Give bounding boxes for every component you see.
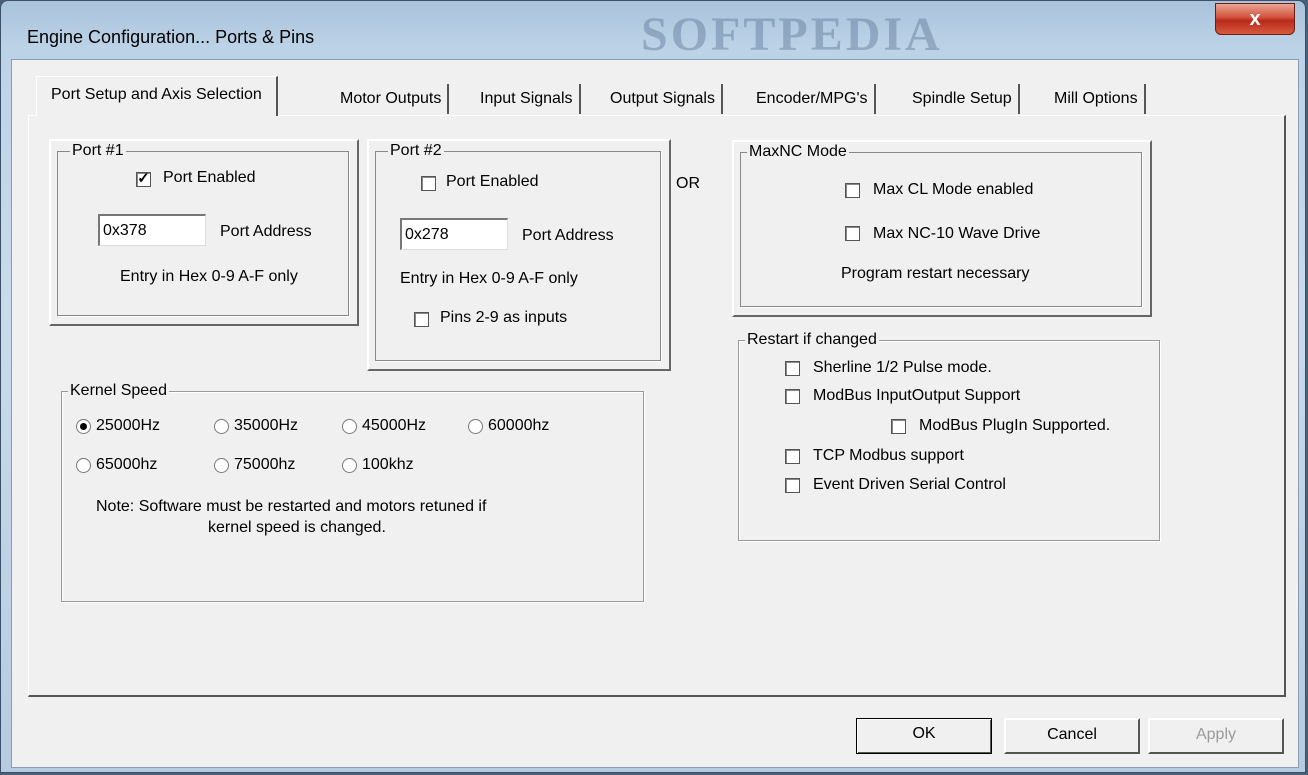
port2-address-input[interactable] (400, 218, 508, 250)
kernel-label-25000: 25000Hz (96, 417, 161, 434)
kernel-note-line1: Note: Software must be restarted and mot… (96, 498, 487, 515)
kernel-radio-60000[interactable] (468, 419, 483, 434)
modbus-io-label: ModBus InputOutput Support (813, 387, 1021, 404)
dialog-client-area: Port Setup and Axis Selection Motor Outp… (11, 59, 1299, 768)
modbus-plugin-checkbox[interactable] (891, 419, 906, 434)
kernel-label-35000: 35000Hz (234, 417, 299, 434)
window-title: Engine Configuration... Ports & Pins (27, 27, 315, 47)
or-label: OR (676, 175, 700, 192)
tcp-modbus-checkbox[interactable] (785, 449, 800, 464)
kernel-radio-75000[interactable] (214, 458, 229, 473)
port1-enabled-checkbox[interactable]: ✓ (136, 171, 151, 187)
restart-legend: Restart if changed (745, 330, 879, 350)
tab-output-signals[interactable]: Output Signals (604, 84, 723, 114)
close-button[interactable]: x (1215, 3, 1295, 35)
maxnc-restart-note: Program restart necessary (841, 265, 1030, 282)
port2-hint: Entry in Hex 0-9 A-F only (400, 270, 578, 287)
tab-port-setup[interactable]: Port Setup and Axis Selection (36, 76, 278, 116)
port1-group: Port #1 ✓ Port Enabled Port Address Entr… (57, 141, 349, 316)
kernel-note-line2: kernel speed is changed. (208, 519, 386, 536)
kernel-label-75000: 75000hz (234, 456, 296, 473)
port2-pins-label: Pins 2-9 as inputs (440, 309, 568, 326)
event-serial-label: Event Driven Serial Control (813, 476, 1006, 493)
port1-address-label: Port Address (220, 223, 312, 240)
tab-input-signals[interactable]: Input Signals (474, 84, 581, 114)
tab-spindle-setup[interactable]: Spindle Setup (906, 84, 1020, 114)
kernel-radio-25000[interactable] (76, 419, 91, 434)
watermark-logo: SOFTPEDIA (641, 8, 943, 61)
max-nc10-wave-label: Max NC-10 Wave Drive (873, 225, 1041, 242)
cancel-button[interactable]: Cancel (1004, 718, 1140, 754)
kernel-radio-100k[interactable] (342, 458, 357, 473)
sherline-pulse-checkbox[interactable] (785, 361, 800, 376)
event-serial-checkbox[interactable] (785, 478, 800, 493)
kernel-label-100k: 100khz (362, 456, 414, 473)
tab-panel-port-setup: Port #1 ✓ Port Enabled Port Address Entr… (28, 115, 1286, 697)
apply-button[interactable]: Apply (1148, 718, 1284, 754)
max-cl-mode-checkbox[interactable] (845, 183, 860, 198)
port2-address-label: Port Address (522, 227, 614, 244)
port2-group: Port #2 Port Enabled Port Address Entry … (375, 141, 661, 361)
maxnc-legend: MaxNC Mode (747, 142, 849, 162)
tab-motor-outputs[interactable]: Motor Outputs (334, 84, 450, 114)
kernel-speed-group: Kernel Speed 25000Hz 35000Hz 45000Hz 600… (61, 381, 644, 602)
ok-button[interactable]: OK (856, 718, 992, 754)
tab-mill-options[interactable]: Mill Options (1048, 84, 1146, 114)
tcp-modbus-label: TCP Modbus support (813, 447, 964, 464)
port2-enabled-label: Port Enabled (446, 173, 539, 190)
port1-address-input[interactable] (98, 214, 206, 246)
kernel-label-65000: 65000hz (96, 456, 158, 473)
kernel-radio-45000[interactable] (342, 419, 357, 434)
port1-outer-frame: Port #1 ✓ Port Enabled Port Address Entr… (49, 139, 359, 326)
kernel-radio-65000[interactable] (76, 458, 91, 473)
maxnc-outer-frame: MaxNC Mode Max CL Mode enabled Max NC-10… (732, 140, 1152, 317)
max-cl-mode-label: Max CL Mode enabled (873, 181, 1034, 198)
tab-encoder-mpgs[interactable]: Encoder/MPG's (750, 84, 876, 114)
port1-hint: Entry in Hex 0-9 A-F only (120, 268, 298, 285)
restart-group: Restart if changed Sherline 1/2 Pulse mo… (738, 330, 1160, 541)
sherline-pulse-label: Sherline 1/2 Pulse mode. (813, 359, 992, 376)
modbus-io-checkbox[interactable] (785, 389, 800, 404)
port1-legend: Port #1 (70, 141, 126, 161)
kernel-speed-legend: Kernel Speed (68, 381, 169, 401)
port2-pins-checkbox[interactable] (414, 312, 429, 327)
dialog-window: Engine Configuration... Ports & Pins SOF… (0, 0, 1306, 773)
port2-legend: Port #2 (388, 141, 444, 161)
maxnc-group: MaxNC Mode Max CL Mode enabled Max NC-10… (740, 142, 1142, 307)
port1-enabled-label: Port Enabled (163, 169, 256, 186)
kernel-label-45000: 45000Hz (362, 417, 427, 434)
port2-outer-frame: Port #2 Port Enabled Port Address Entry … (367, 139, 671, 371)
kernel-radio-35000[interactable] (214, 419, 229, 434)
kernel-label-60000: 60000hz (488, 417, 550, 434)
port2-enabled-checkbox[interactable] (421, 176, 436, 191)
modbus-plugin-label: ModBus PlugIn Supported. (919, 417, 1111, 434)
max-nc10-wave-checkbox[interactable] (845, 226, 860, 241)
